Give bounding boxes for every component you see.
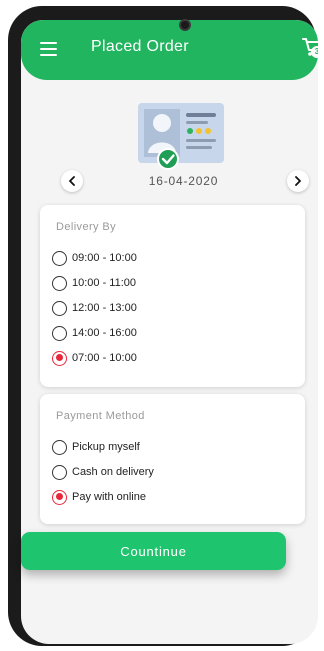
option-label: 07:00 - 10:00 <box>72 352 137 364</box>
payment-card-title: Payment Method <box>56 410 145 422</box>
delivery-option-3[interactable]: 12:00 - 13:00 <box>52 298 137 318</box>
cart-count-badge: 3 <box>311 46 318 58</box>
chevron-right-icon <box>295 176 301 186</box>
payment-option-pickup[interactable]: Pickup myself <box>52 437 140 457</box>
option-label: 14:00 - 16:00 <box>72 327 137 339</box>
option-label: 09:00 - 10:00 <box>72 252 137 264</box>
radio-button-selected[interactable] <box>52 350 67 366</box>
delivery-option-5[interactable]: 07:00 - 10:00 <box>52 348 137 368</box>
radio-button-selected[interactable] <box>52 489 67 505</box>
app-bar: Placed Order 3 <box>21 20 318 80</box>
delivery-option-1[interactable]: 09:00 - 10:00 <box>52 248 137 268</box>
page-title: Placed Order <box>91 38 189 55</box>
radio-button[interactable] <box>52 464 67 480</box>
continue-button-label: Countinue <box>120 543 187 559</box>
option-label: 12:00 - 13:00 <box>72 302 137 314</box>
radio-button[interactable] <box>52 250 67 266</box>
continue-button[interactable]: Countinue <box>21 532 286 570</box>
date-navigator: 16-04-2020 <box>56 168 311 196</box>
selected-date: 16-04-2020 <box>148 174 219 188</box>
payment-option-cash[interactable]: Cash on delivery <box>52 462 154 482</box>
radio-button[interactable] <box>52 325 67 341</box>
next-date-button[interactable] <box>287 170 309 192</box>
option-label: Pickup myself <box>72 441 140 453</box>
delivery-card-title: Delivery By <box>56 221 117 233</box>
delivery-option-2[interactable]: 10:00 - 11:00 <box>52 273 136 293</box>
delivery-option-4[interactable]: 14:00 - 16:00 <box>52 323 137 343</box>
delivery-time-card: Delivery By 09:00 - 10:00 10:00 - 11:00 … <box>40 205 305 387</box>
front-camera <box>179 19 191 31</box>
radio-button[interactable] <box>52 275 67 291</box>
id-card-verified-icon <box>138 103 224 170</box>
option-label: Cash on delivery <box>72 466 154 478</box>
option-label: 10:00 - 11:00 <box>72 277 137 289</box>
menu-icon[interactable] <box>40 42 57 56</box>
payment-method-card: Payment Method Pickup myself Cash on del… <box>40 394 305 524</box>
radio-button[interactable] <box>52 439 67 455</box>
payment-option-online[interactable]: Pay with online <box>52 487 146 507</box>
option-label: Pay with online <box>72 491 146 503</box>
radio-button[interactable] <box>52 300 67 316</box>
